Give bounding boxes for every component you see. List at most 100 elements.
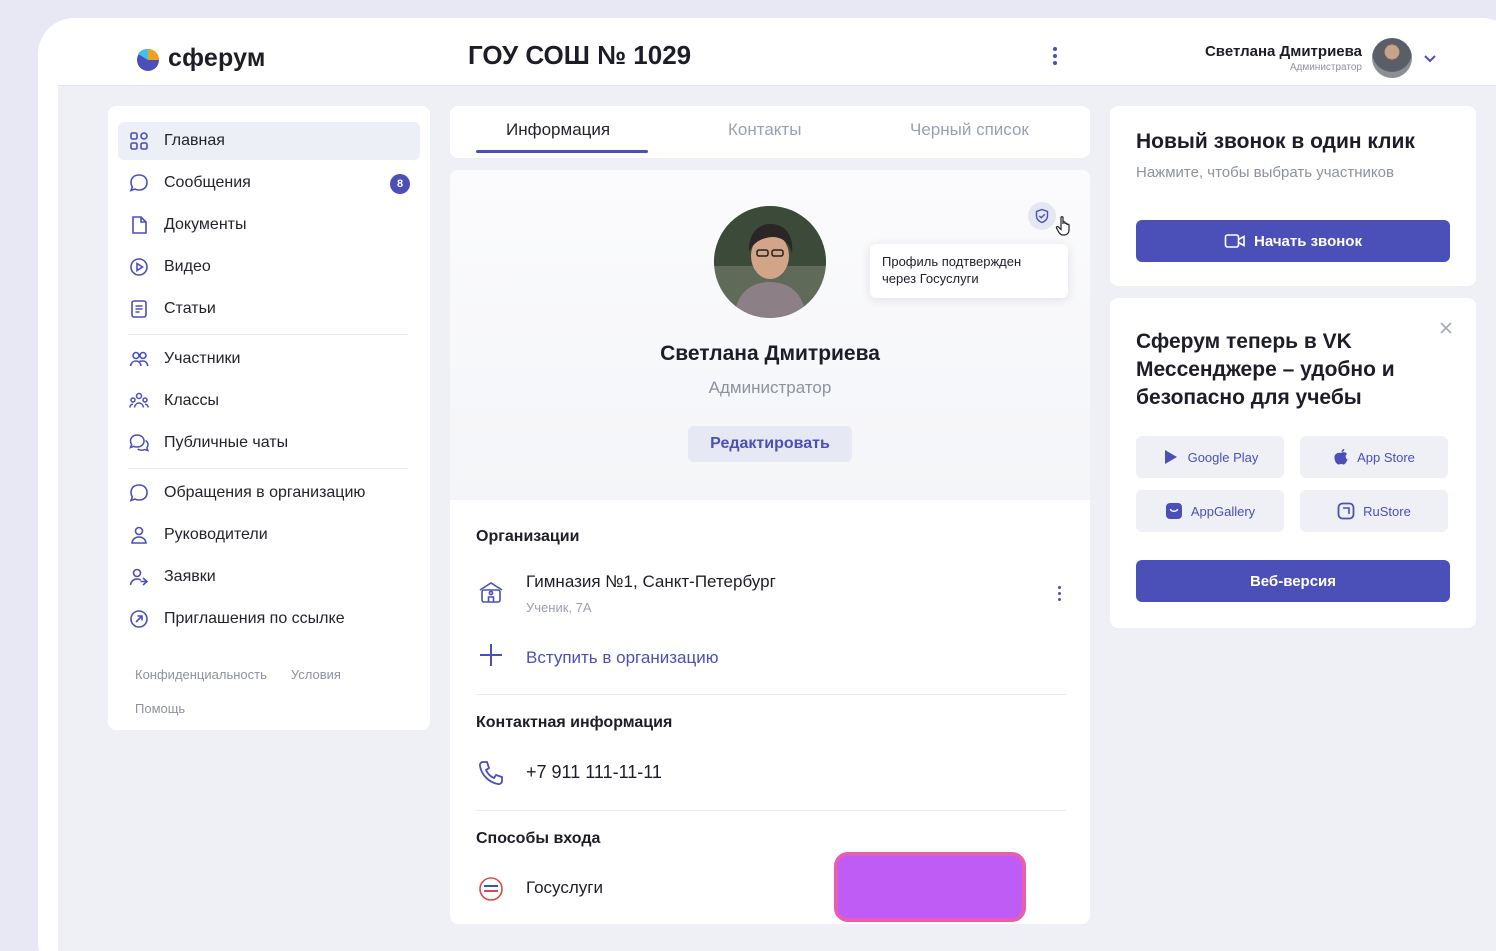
sidebar-item-label: Участники xyxy=(164,350,241,367)
sidebar-divider xyxy=(128,334,408,335)
rustore-button[interactable]: RuStore xyxy=(1300,490,1448,532)
link-circle-icon xyxy=(130,610,148,628)
edit-profile-button[interactable]: Редактировать xyxy=(688,426,852,462)
sidebar-item-label: Классы xyxy=(164,392,220,409)
chat-bubble-icon xyxy=(129,174,148,192)
sidebar-item-documents[interactable]: Документы xyxy=(118,206,420,244)
section-divider xyxy=(476,810,1066,811)
sidebar-item-messages[interactable]: Сообщения 8 xyxy=(118,164,420,202)
brand-name: сферум xyxy=(168,44,266,72)
section-divider xyxy=(476,694,1066,695)
person-icon xyxy=(131,526,147,544)
tab-information[interactable]: Информация xyxy=(506,120,610,140)
apple-icon xyxy=(1334,449,1348,465)
login-methods-heading: Способы входа xyxy=(476,830,601,847)
highlight-marker xyxy=(834,852,1026,922)
contact-info-heading: Контактная информация xyxy=(476,714,673,731)
sidebar-item-public-chats[interactable]: Публичные чаты xyxy=(118,424,420,462)
person-arrow-icon xyxy=(129,568,149,586)
profile-card: Профиль подтвержден через Госуслуги Свет… xyxy=(450,170,1090,924)
sidebar-item-label: Сообщения xyxy=(164,174,251,191)
sidebar-item-members[interactable]: Участники xyxy=(118,340,420,378)
vk-messenger-promo-card: Сферум теперь в VK Мессенджере – удобно … xyxy=(1110,298,1476,628)
close-icon[interactable] xyxy=(1438,320,1454,336)
gosuslugi-icon xyxy=(479,877,503,901)
appgallery-icon xyxy=(1165,503,1182,519)
app-store-button[interactable]: App Store xyxy=(1300,436,1448,478)
user-menu[interactable]: Светлана Дмитриева Администратор xyxy=(1205,38,1438,78)
plus-icon[interactable] xyxy=(476,640,506,670)
start-call-button[interactable]: Начать звонок xyxy=(1136,220,1450,262)
sidebar-item-invite-links[interactable]: Приглашения по ссылке xyxy=(118,600,420,638)
store-label: AppGallery xyxy=(1190,503,1256,519)
app-window: сферум ГОУ СОШ № 1029 Светлана Дмитриева… xyxy=(58,38,1496,951)
join-organization-link[interactable]: Вступить в организацию xyxy=(526,648,718,668)
sidebar-item-label: Публичные чаты xyxy=(164,434,289,451)
login-method-gosuslugi: Госуслуги xyxy=(526,878,603,897)
tab-contacts[interactable]: Контакты xyxy=(728,120,801,140)
active-tab-indicator xyxy=(476,150,648,153)
profile-name: Светлана Дмитриева xyxy=(660,342,880,365)
sidebar-footer: Конфиденциальность Условия Помощь xyxy=(135,658,415,726)
hand-cursor-icon xyxy=(1055,216,1070,236)
google-play-icon xyxy=(1164,450,1177,464)
sidebar: Главная Сообщения 8 Документы Видео Стат… xyxy=(108,106,430,730)
unread-count-badge: 8 xyxy=(390,174,410,194)
profile-role: Администратор xyxy=(708,378,832,397)
sidebar-item-video[interactable]: Видео xyxy=(118,248,420,286)
phone-icon xyxy=(479,761,503,785)
organization-name[interactable]: Гимназия №1, Санкт-Петербург xyxy=(526,572,776,592)
avatar xyxy=(714,206,826,318)
verified-tooltip: Профиль подтвержден через Госуслуги xyxy=(870,244,1068,298)
web-version-button[interactable]: Веб-версия xyxy=(1136,560,1450,602)
chevron-down-icon[interactable] xyxy=(1422,50,1438,66)
people-icon xyxy=(129,351,149,367)
header-more-icon[interactable] xyxy=(1048,44,1062,68)
sidebar-item-label: Документы xyxy=(164,216,247,233)
store-label: Google Play xyxy=(1187,449,1259,465)
sidebar-item-classes[interactable]: Классы xyxy=(118,382,420,420)
organization-more-icon[interactable] xyxy=(1054,586,1064,606)
store-label: App Store xyxy=(1357,449,1415,465)
video-camera-icon xyxy=(1224,234,1245,248)
sidebar-item-label: Обращения в организацию xyxy=(164,484,366,501)
brand-logo[interactable]: сферум xyxy=(134,44,266,73)
sidebar-item-main[interactable]: Главная xyxy=(118,122,420,160)
user-role: Администратор xyxy=(1289,62,1362,73)
sidebar-item-org-requests[interactable]: Обращения в организацию xyxy=(118,474,420,512)
sidebar-item-label: Заявки xyxy=(164,568,216,585)
sidebar-item-articles[interactable]: Статьи xyxy=(118,290,420,328)
avatar[interactable] xyxy=(1372,38,1412,78)
organization-title: ГОУ СОШ № 1029 xyxy=(468,40,692,70)
call-card-subtitle: Нажмите, чтобы выбрать участников xyxy=(1136,164,1394,181)
sidebar-divider xyxy=(128,468,408,469)
google-play-button[interactable]: Google Play xyxy=(1136,436,1284,478)
terms-link[interactable]: Условия xyxy=(291,667,341,682)
verified-profile-button[interactable] xyxy=(1028,202,1056,230)
sidebar-item-managers[interactable]: Руководители xyxy=(118,516,420,554)
top-header: сферум ГОУ СОШ № 1029 Светлана Дмитриева… xyxy=(58,38,1496,86)
organization-role: Ученик, 7А xyxy=(526,600,592,615)
grid-icon xyxy=(130,132,148,150)
appgallery-button[interactable]: AppGallery xyxy=(1136,490,1284,532)
sidebar-item-applications[interactable]: Заявки xyxy=(118,558,420,596)
rustore-icon xyxy=(1337,502,1355,520)
group-icon xyxy=(129,392,149,408)
organizations-heading: Организации xyxy=(476,528,580,545)
chat-bubble-icon xyxy=(129,484,148,502)
public-chat-icon xyxy=(129,434,149,452)
sferum-logo-icon xyxy=(137,48,159,71)
privacy-link[interactable]: Конфиденциальность xyxy=(135,667,267,682)
sidebar-item-label: Статьи xyxy=(164,300,216,317)
school-building-icon xyxy=(479,582,503,603)
profile-tabs: Информация Контакты Черный список xyxy=(450,106,1090,158)
tab-blacklist[interactable]: Черный список xyxy=(910,120,1029,140)
sidebar-item-label: Руководители xyxy=(164,526,268,543)
play-circle-icon xyxy=(130,258,148,276)
help-link[interactable]: Помощь xyxy=(135,701,185,716)
promo-title: Сферум теперь в VK Мессенджере – удобно … xyxy=(1136,330,1395,409)
call-card-title: Новый звонок в один клик xyxy=(1136,130,1415,153)
sidebar-item-label: Видео xyxy=(164,258,211,275)
sidebar-item-label: Главная xyxy=(164,132,225,149)
start-call-label: Начать звонок xyxy=(1254,232,1362,250)
